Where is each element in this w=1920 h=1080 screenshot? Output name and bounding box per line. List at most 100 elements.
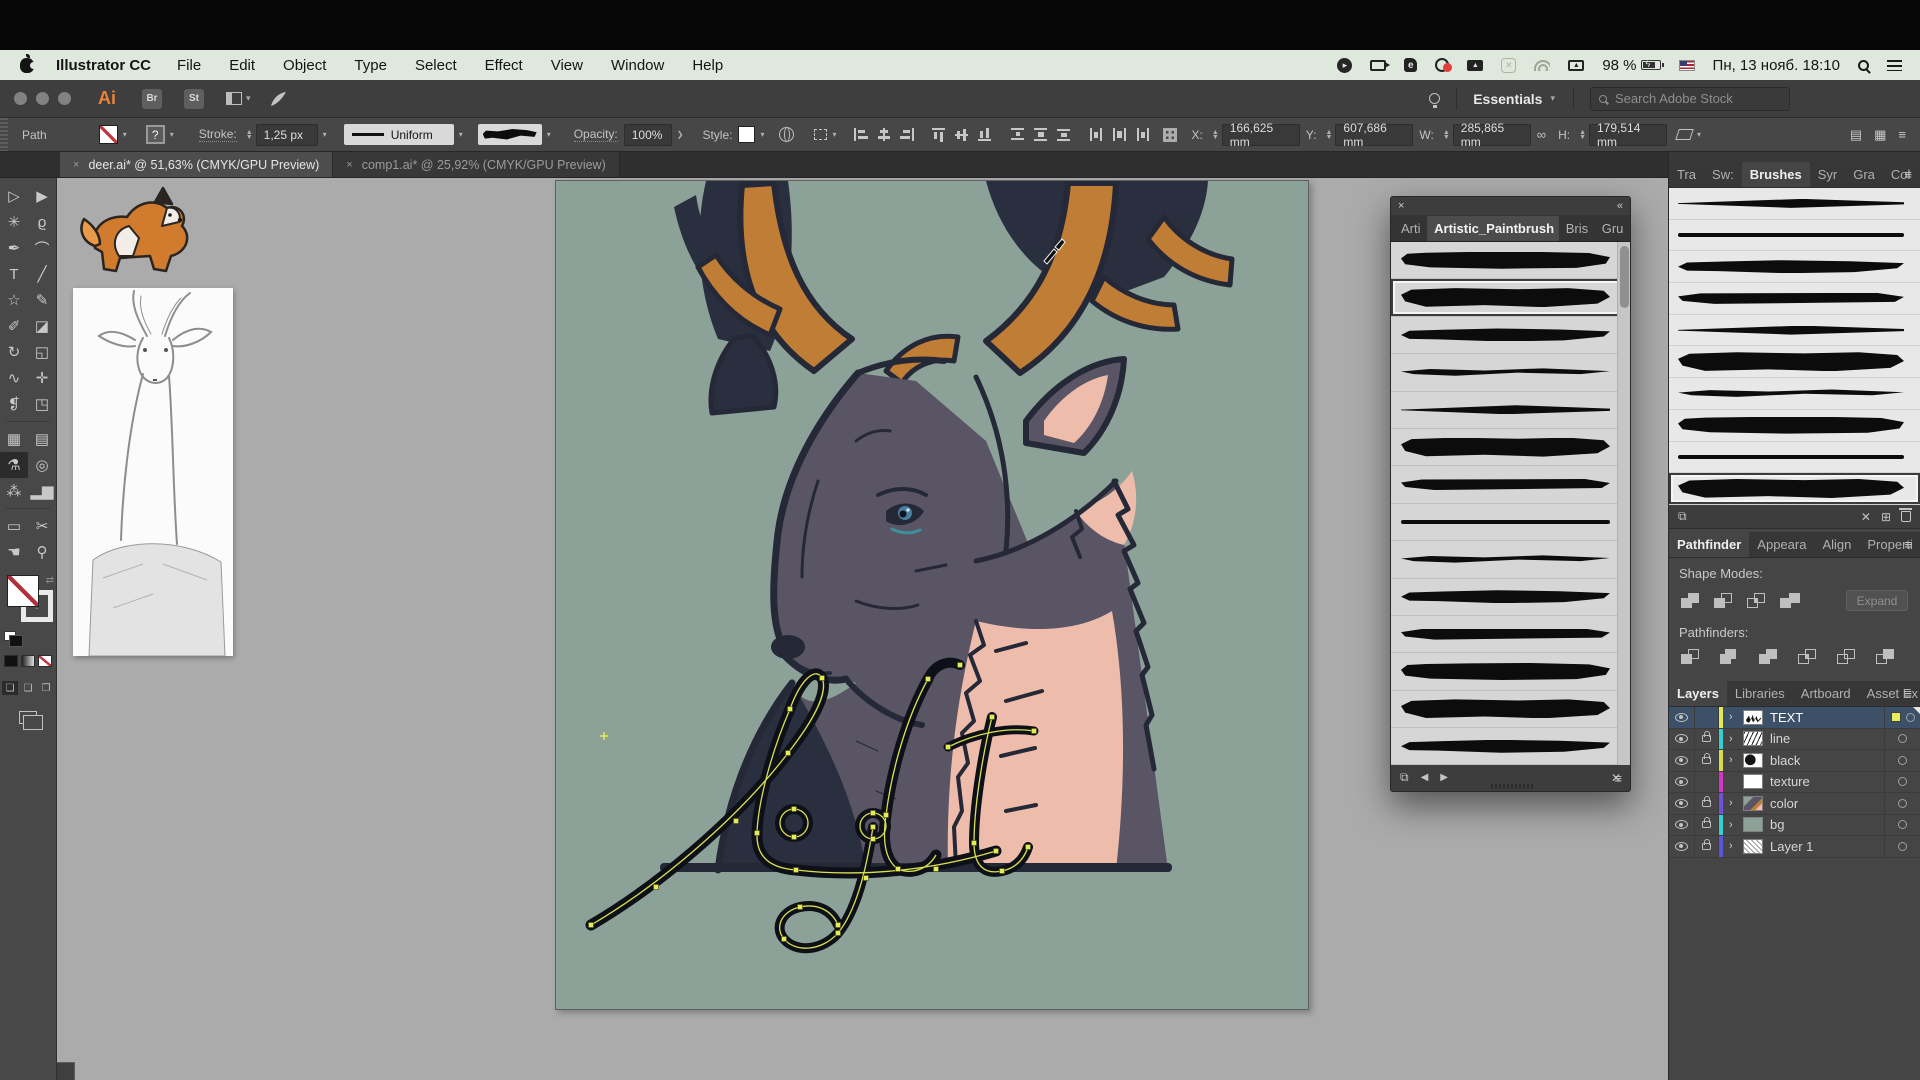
eye-icon[interactable] [1675,777,1688,786]
notification-center-icon[interactable] [1887,60,1902,71]
brush-item[interactable] [1669,473,1920,505]
window-close-button[interactable] [14,92,27,105]
layer-lock-cell[interactable] [1695,750,1719,771]
color-button[interactable] [4,655,18,667]
layer-thumbnail[interactable] [1743,753,1763,768]
artboard[interactable] [555,180,1309,1010]
eye-icon[interactable] [1675,756,1688,765]
brush-definition-dropdown[interactable] [478,124,542,145]
layer-expand-icon[interactable]: › [1729,711,1741,723]
pathfinder-panel-tab[interactable]: Appeara [1749,532,1814,557]
outline-icon[interactable] [1837,649,1856,665]
width-tool[interactable]: ∿ [0,365,28,391]
eye-icon[interactable] [1675,842,1688,851]
opacity-field[interactable]: 100% [624,124,672,146]
opacity-chevron-icon[interactable]: ❯ [677,130,684,139]
layer-lock-cell[interactable] [1695,815,1719,836]
type-tool[interactable]: T [0,261,28,287]
stock-button[interactable]: St [184,89,204,109]
control-bar-menu-icon[interactable]: ≡ [1898,127,1906,142]
layer-target-cell[interactable] [1884,793,1920,814]
eye-icon[interactable] [1675,734,1688,743]
w-stepper[interactable]: ▲▼ [1443,130,1450,140]
speech-selection-tool[interactable]: ❡ [0,391,28,417]
stroke-width-field[interactable]: 1,25 px [256,124,318,146]
resize-grip[interactable] [1491,784,1533,789]
record-status-icon[interactable] [1435,58,1449,72]
reference-point-icon[interactable] [1163,128,1177,142]
layers-panel-tab[interactable]: Artboard [1793,681,1859,706]
target-circle-icon[interactable] [1898,777,1907,786]
gradient-button[interactable] [21,655,35,667]
layer-thumbnail[interactable] [1743,774,1763,789]
fill-chevron-icon[interactable]: ▾ [123,130,127,139]
draw-inside-icon[interactable]: ❐ [38,681,54,695]
delete-brush-icon[interactable] [1901,511,1911,522]
target-circle-icon[interactable] [1898,734,1907,743]
camera-status-icon[interactable] [1370,60,1386,71]
trim-icon[interactable] [1720,649,1739,665]
bounding-box-chevron-icon[interactable]: ▾ [832,130,836,139]
layer-name[interactable]: TEXT [1770,710,1884,725]
layer-lock-cell[interactable] [1695,836,1719,857]
menu-type[interactable]: Type [354,57,387,74]
target-circle-icon[interactable] [1906,713,1915,722]
curvature-tool[interactable]: ⌒ [28,235,56,261]
style-swatch[interactable] [738,126,755,143]
distribute-vcenter-icon[interactable] [1034,128,1050,141]
symbol-sprayer-tool[interactable]: ⁂ [0,478,28,504]
lock-icon[interactable] [1702,735,1711,742]
display-dark-status-icon[interactable]: ▲ [1467,60,1483,71]
eraser-tool[interactable]: ◪ [28,313,56,339]
layer-lock-cell[interactable] [1695,793,1719,814]
layer-target-cell[interactable] [1884,707,1920,728]
layer-expand-icon[interactable]: › [1729,754,1741,766]
layer-row[interactable]: › line [1669,729,1920,751]
brush-item[interactable] [1391,541,1630,578]
layer-thumbnail[interactable] [1743,839,1763,854]
display-mirror-status-icon[interactable]: ▲ [1568,60,1584,71]
brush-item[interactable] [1391,466,1630,503]
layer-visibility-cell[interactable] [1669,707,1695,728]
layer-name[interactable]: black [1770,753,1884,768]
h-stepper[interactable]: ▲▼ [1579,130,1586,140]
brush-library-tab[interactable]: Bris [1559,216,1595,241]
floating-panel-header[interactable]: × « [1391,197,1630,215]
brush-item[interactable] [1391,279,1630,316]
x-field[interactable]: 166,625 mm [1222,124,1300,146]
shape-tool[interactable]: ☆ [0,287,28,313]
layer-name[interactable]: color [1770,796,1884,811]
profile-chevron-icon[interactable]: ▾ [459,130,463,139]
arrange-documents-chevron-icon[interactable]: ▾ [246,93,251,104]
pencil-tool[interactable]: ✐ [0,313,28,339]
brush-item[interactable] [1391,317,1630,354]
magic-wand-tool[interactable]: ✳ [0,209,28,235]
align-bottom-icon[interactable] [978,128,994,141]
layer-target-cell[interactable] [1884,729,1920,750]
arrange-documents-icon[interactable] [226,92,242,105]
dock-panel-tab[interactable]: Brushes [1742,162,1810,187]
lock-icon[interactable] [1702,843,1711,850]
mesh-tool[interactable]: ▦ [0,426,28,452]
shear-icon[interactable] [1675,129,1694,140]
hand-tool[interactable]: ☚ [0,539,28,565]
disabled-x-status-icon[interactable]: ✕ [1501,58,1516,73]
next-brush-icon[interactable]: ▶ [1440,772,1448,783]
style-chevron-icon[interactable]: ▾ [760,130,764,139]
artboard-tool[interactable]: ▭ [0,513,28,539]
brush-item[interactable] [1391,579,1630,616]
brush-item[interactable] [1391,392,1630,429]
layer-expand-icon[interactable]: › [1729,733,1741,745]
fox-reference-image[interactable] [75,186,197,282]
none-button[interactable] [38,655,52,667]
brush-item[interactable] [1669,251,1920,283]
menu-view[interactable]: View [551,57,583,74]
layer-visibility-cell[interactable] [1669,772,1695,793]
brush-item[interactable] [1669,378,1920,410]
panel-menu-icon[interactable]: ≡ [1904,686,1912,701]
layer-visibility-cell[interactable] [1669,815,1695,836]
adobe-stock-search-input[interactable]: Search Adobe Stock [1590,87,1790,111]
layer-expand-icon[interactable]: › [1729,840,1741,852]
menu-edit[interactable]: Edit [229,57,255,74]
rotate-tool[interactable]: ↻ [0,339,28,365]
